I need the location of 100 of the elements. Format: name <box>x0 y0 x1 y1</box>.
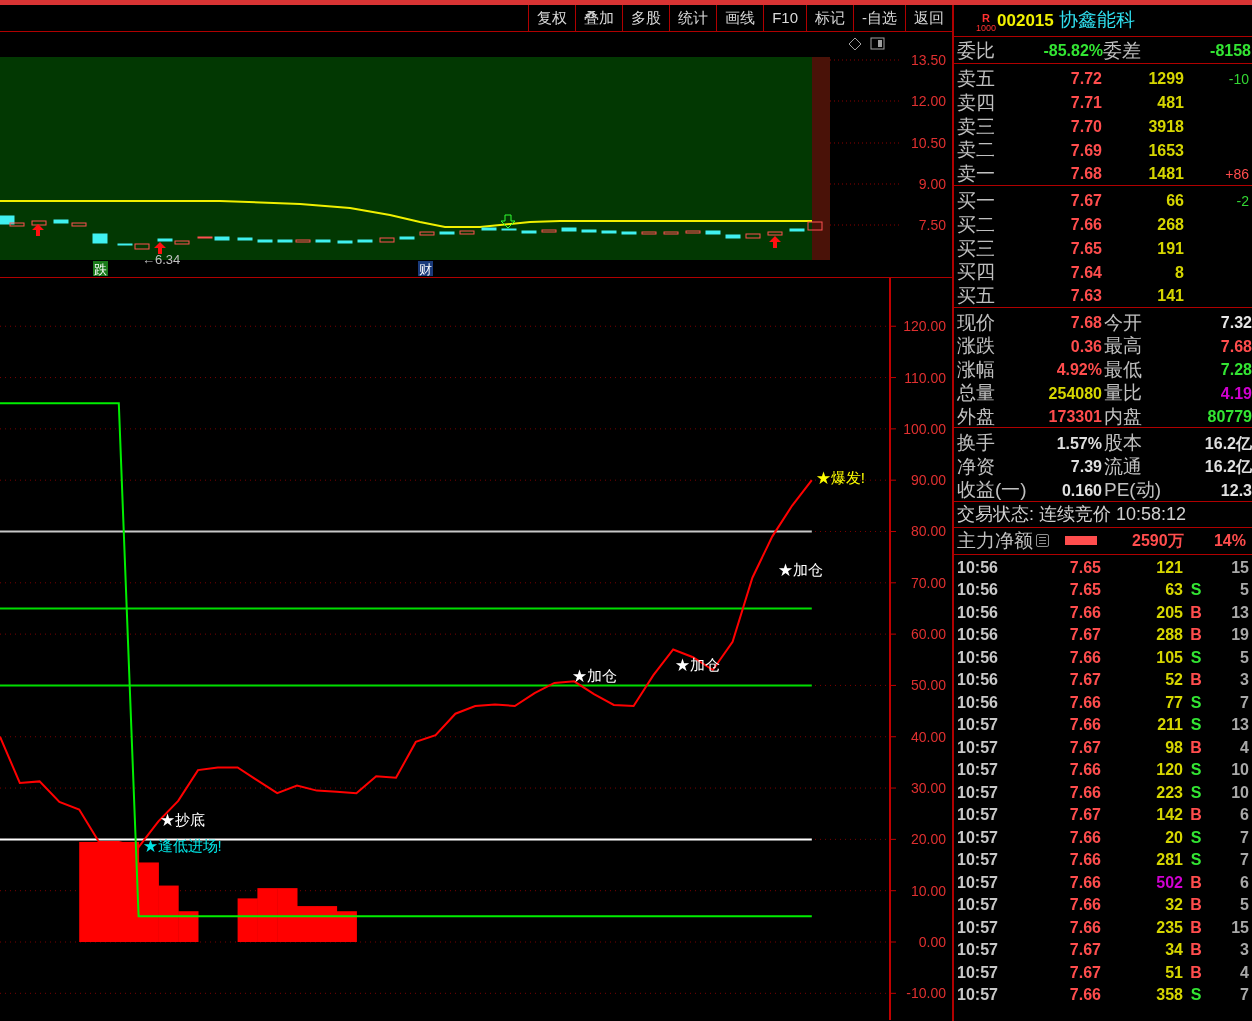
trade-count: 7 <box>1239 850 1249 871</box>
field-label: 外盘 <box>957 404 996 429</box>
trade-status: 交易状态: 连续竞价 10:58:12 <box>957 502 1187 526</box>
trade-volume: 63 <box>1164 580 1183 601</box>
diamond-icon[interactable] <box>848 37 862 51</box>
signal-label: ★加仓 <box>778 560 824 578</box>
field-value: 7.39 <box>1070 457 1102 478</box>
event-marker[interactable]: 跌 <box>93 261 108 277</box>
order-price: 7.65 <box>1069 238 1102 259</box>
field-label: 涨幅 <box>957 357 996 382</box>
axis-tick-label: 20.00 <box>910 831 946 848</box>
trade-price: 7.66 <box>1068 917 1101 938</box>
trade-volume: 34 <box>1164 940 1183 961</box>
field-label: 最高 <box>1104 334 1143 359</box>
trade-price: 7.66 <box>1068 827 1101 848</box>
trade-side: S <box>1189 850 1203 871</box>
trade-side: S <box>1189 827 1203 848</box>
trade-count: 7 <box>1239 985 1249 1006</box>
event-marker[interactable]: 财 <box>418 261 433 277</box>
trade-price: 7.65 <box>1068 557 1101 578</box>
order-level-label: 卖三 <box>957 114 996 139</box>
order-change: -2 <box>1235 191 1249 211</box>
trade-price: 7.66 <box>1068 715 1101 736</box>
axis-tick-label: 90.00 <box>910 472 946 489</box>
order-level-label: 卖一 <box>957 162 996 187</box>
field-label: 主力净额 <box>957 528 1033 553</box>
trade-count: 6 <box>1239 872 1249 893</box>
field-value: -85.82% <box>1042 42 1103 62</box>
order-level-label: 买四 <box>957 260 996 285</box>
order-price: 7.64 <box>1069 262 1102 283</box>
up-arrow-icon <box>154 242 166 254</box>
axis-tick-label: 110.00 <box>904 369 946 386</box>
down-arrow-icon <box>500 214 516 229</box>
trade-price: 7.66 <box>1068 872 1101 893</box>
candlestick <box>439 231 455 235</box>
trade-side: B <box>1189 625 1203 646</box>
field-value: 16.2亿 <box>1203 433 1252 454</box>
axis-tick-label: 100.00 <box>903 420 946 437</box>
field-value: 0.160 <box>1061 480 1102 501</box>
trade-volume: 32 <box>1164 895 1183 916</box>
trade-time: 10:56 <box>957 692 999 713</box>
candlestick <box>419 231 435 236</box>
trade-price: 7.66 <box>1068 692 1101 713</box>
trade-count: 6 <box>1239 805 1249 826</box>
trade-price: 7.66 <box>1068 602 1101 623</box>
field-value: 16.2亿 <box>1203 457 1252 478</box>
trade-time: 10:56 <box>957 647 999 668</box>
histogram-bar <box>237 898 258 942</box>
trade-side: B <box>1189 962 1203 983</box>
trade-volume: 205 <box>1155 602 1183 623</box>
trade-volume: 51 <box>1164 962 1183 983</box>
candlestick <box>295 239 311 243</box>
candlestick <box>705 230 721 235</box>
order-price: 7.72 <box>1069 69 1102 90</box>
trade-time: 10:57 <box>957 985 999 1006</box>
signal-label: ★逢低进场! <box>142 837 222 855</box>
order-price: 7.71 <box>1069 93 1102 114</box>
trade-time: 10:57 <box>957 715 999 736</box>
candlestick <box>31 220 47 226</box>
trade-time: 10:56 <box>957 670 999 691</box>
stock-code: 002015 <box>997 9 1054 32</box>
axis-tick-label: 7.50 <box>918 217 946 233</box>
up-arrow-icon <box>769 236 781 248</box>
field-label: 流通 <box>1104 454 1143 479</box>
candlestick <box>663 231 679 235</box>
candlestick <box>277 239 293 243</box>
candlestick <box>725 234 741 239</box>
trade-price: 7.66 <box>1068 985 1101 1006</box>
trade-side: B <box>1189 895 1203 916</box>
net-amount: 2590万 <box>1132 530 1184 551</box>
trade-side: S <box>1189 985 1203 1006</box>
trade-count: 15 <box>1230 557 1249 578</box>
trade-time: 10:57 <box>957 737 999 758</box>
axis-tick-label: 12.00 <box>910 93 946 109</box>
trade-price: 7.66 <box>1068 760 1101 781</box>
candlestick <box>237 237 253 241</box>
trade-price: 7.67 <box>1068 670 1101 691</box>
field-label: PE(动) <box>1104 478 1162 503</box>
field-value: 173301 <box>1048 407 1102 428</box>
trade-volume: 288 <box>1155 625 1183 646</box>
trade-time: 10:57 <box>957 917 999 938</box>
trade-side: B <box>1189 737 1203 758</box>
list-icon[interactable] <box>1036 534 1049 548</box>
order-level-label: 买二 <box>957 212 996 237</box>
candlestick <box>581 229 597 233</box>
candlestick <box>459 230 475 235</box>
trade-time: 10:56 <box>957 580 999 601</box>
trade-time: 10:56 <box>957 625 999 646</box>
order-volume: 1481 <box>1147 164 1184 185</box>
panel-toggle-icon[interactable] <box>870 37 885 50</box>
order-level-label: 卖二 <box>957 138 996 163</box>
trade-count: 5 <box>1239 580 1249 601</box>
field-label: 总量 <box>957 381 996 406</box>
order-volume: 268 <box>1156 215 1184 236</box>
order-volume: 141 <box>1156 286 1184 307</box>
trade-side: S <box>1189 715 1203 736</box>
trade-count: 5 <box>1239 895 1249 916</box>
trade-count: 13 <box>1230 602 1249 623</box>
candlestick <box>399 236 415 240</box>
trade-price: 7.66 <box>1068 647 1101 668</box>
